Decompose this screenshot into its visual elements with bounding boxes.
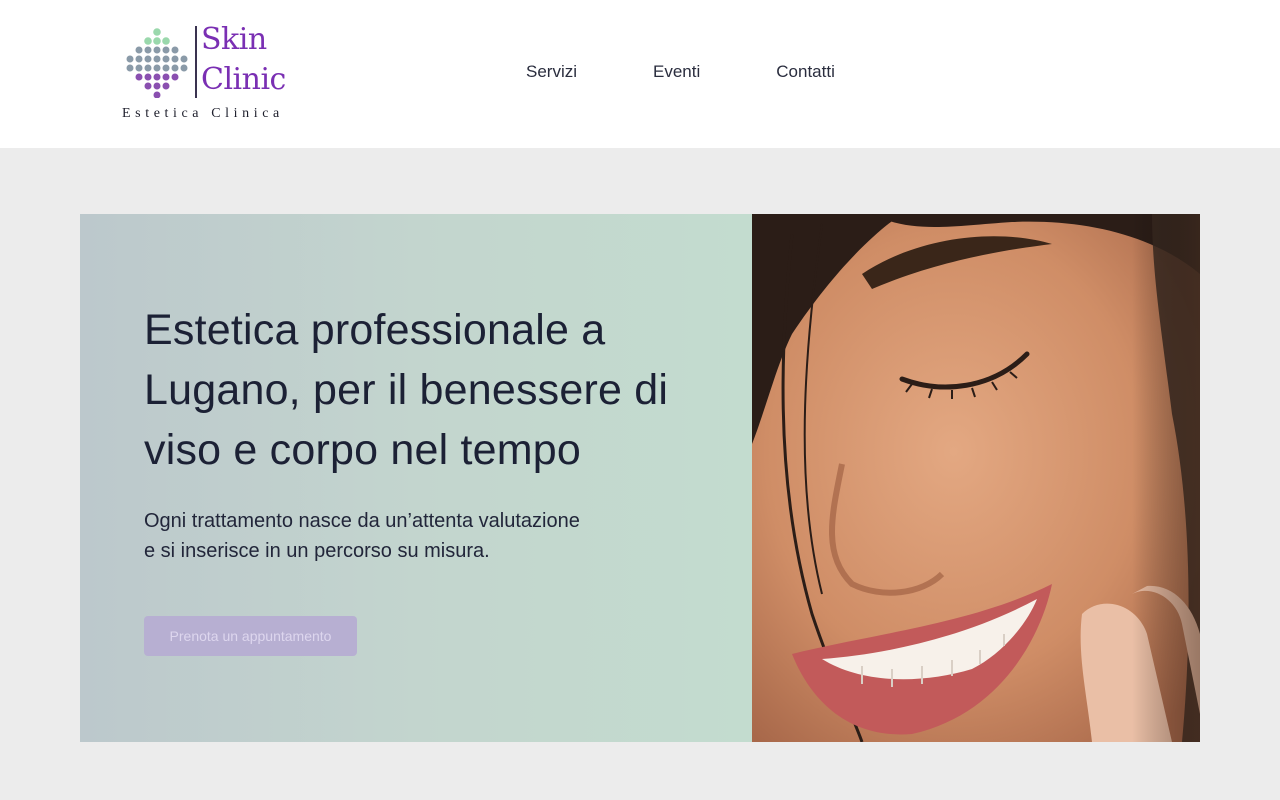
logo-dot <box>153 46 161 54</box>
hero-subtitle: Ogni trattamento nasce da un’attenta val… <box>144 506 704 566</box>
portrait-illustration <box>752 214 1200 742</box>
logo-dot <box>135 73 143 81</box>
nav-link-eventi[interactable]: Eventi <box>653 62 700 82</box>
logo-dot <box>171 64 179 72</box>
logo-dot <box>180 64 188 72</box>
logo-dot <box>180 55 188 63</box>
logo-dot <box>153 37 161 45</box>
nav-link-servizi[interactable]: Servizi <box>526 62 577 82</box>
logo-dot <box>153 64 161 72</box>
dots-logo-icon <box>126 28 188 98</box>
logo-dot <box>135 64 143 72</box>
logo-dot <box>126 55 134 63</box>
hero-section: Estetica professionale a Lugano, per il … <box>80 214 1200 742</box>
logo-dot <box>153 73 161 81</box>
logo-divider <box>195 26 197 98</box>
logo-dot <box>144 37 152 45</box>
logo-dot <box>153 28 161 36</box>
logo-dot <box>144 55 152 63</box>
logo-dot <box>171 73 179 81</box>
logo-dot <box>162 37 170 45</box>
hero-subtitle-line-1: Ogni trattamento nasce da un’attenta val… <box>144 510 580 532</box>
logo-dot <box>135 46 143 54</box>
logo-dot <box>135 55 143 63</box>
site-header: Skin Clinic Estetica Clinica Servizi Eve… <box>0 0 1280 148</box>
logo-tagline: Estetica Clinica <box>122 106 284 121</box>
hero-portrait-image <box>752 214 1200 742</box>
logo-dot <box>171 55 179 63</box>
logo-dot <box>144 82 152 90</box>
logo-dot <box>126 64 134 72</box>
logo-dot <box>153 91 161 98</box>
logo-word-clinic: Clinic <box>201 62 286 97</box>
logo-dot <box>144 46 152 54</box>
hero-text-panel: Estetica professionale a Lugano, per il … <box>80 214 752 742</box>
hero-title: Estetica professionale a Lugano, per il … <box>144 306 669 474</box>
book-appointment-button[interactable]: Prenota un appuntamento <box>144 616 357 656</box>
logo-dot <box>162 64 170 72</box>
logo-dot <box>153 55 161 63</box>
main-nav: Servizi Eventi Contatti <box>526 62 835 82</box>
logo-dot <box>171 46 179 54</box>
logo-link[interactable]: Skin Clinic Estetica Clinica <box>120 22 310 128</box>
logo-dot <box>162 73 170 81</box>
nav-link-contatti[interactable]: Contatti <box>776 62 835 82</box>
logo-dot <box>162 82 170 90</box>
logo-word-skin: Skin <box>201 22 267 57</box>
logo-dot <box>162 55 170 63</box>
logo-dot <box>144 64 152 72</box>
hero-subtitle-line-2: e si inserisce in un percorso su misura. <box>144 540 490 562</box>
logo-dot <box>144 73 152 81</box>
logo-dot <box>153 82 161 90</box>
logo-dot <box>162 46 170 54</box>
